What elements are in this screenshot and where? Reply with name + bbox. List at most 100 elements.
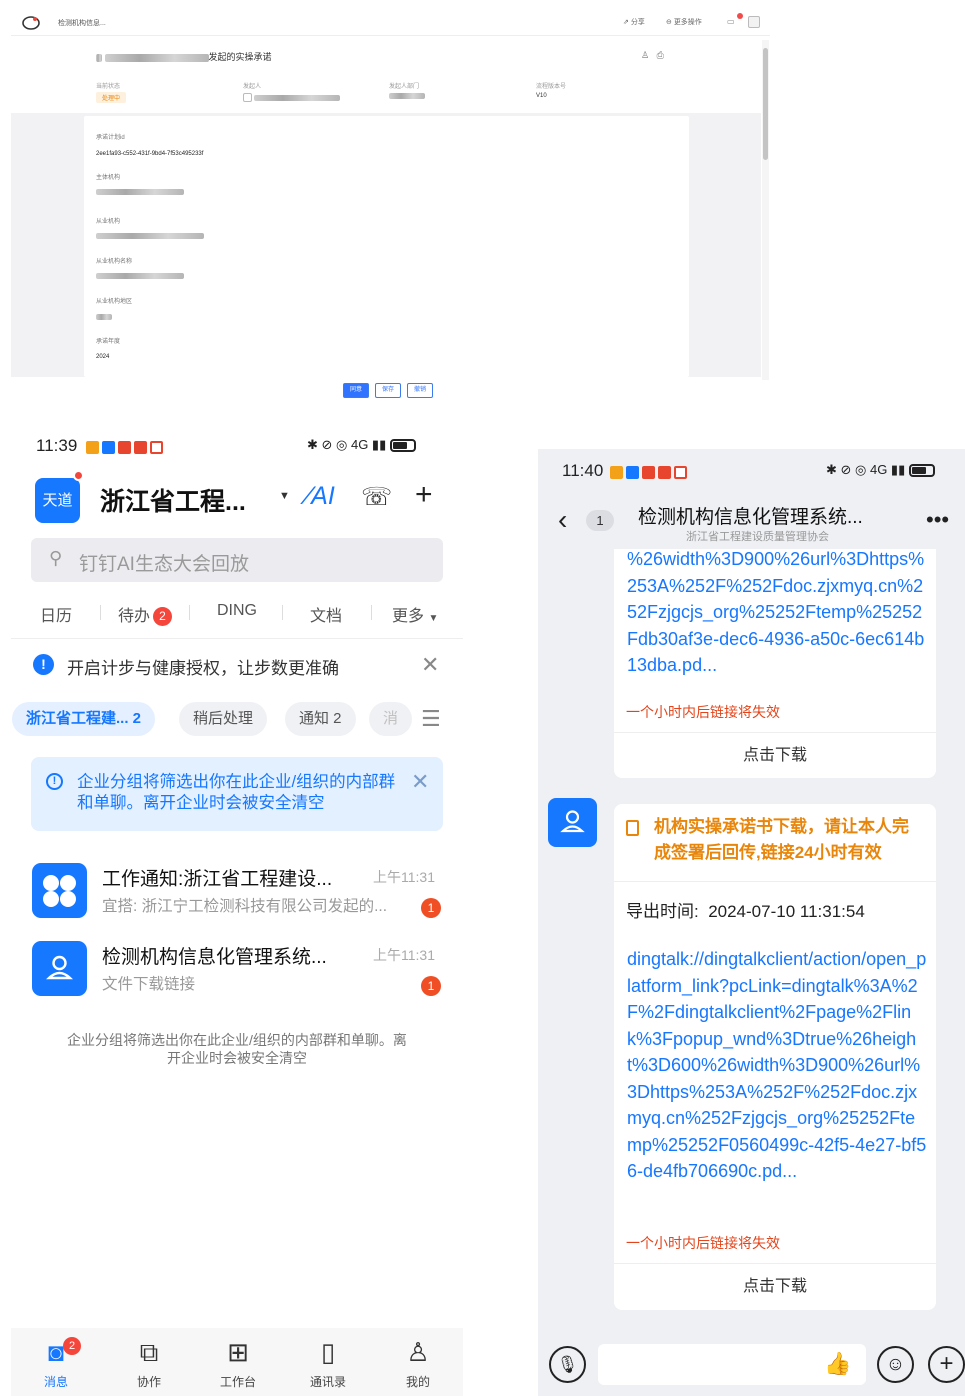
meta-label-department: 发起人部门 [389, 84, 420, 90]
org-logo[interactable]: 天道 [35, 478, 80, 523]
status-system-icons: ✱ ⊘ ◎ 4G ▮▮ [826, 462, 935, 478]
voice-icon[interactable]: 🎙 [549, 1346, 586, 1383]
people-icon[interactable]: ♙ [641, 50, 649, 60]
tab-label: 协作 [136, 1375, 161, 1389]
quick-tab-calendar[interactable]: 日历 [40, 602, 72, 626]
search-input[interactable]: ⚲ 钉钉AI生态大会回放 [31, 538, 443, 582]
meta-label-initiator: 发起人 [243, 84, 262, 90]
user-icon: ♙ [406, 1337, 430, 1367]
field-label-plan-id: 承诺计划id [96, 135, 125, 141]
footer-note: 企业分组将筛选出你在此企业/组织的内部群和单聊。离开企业时会被安全清空 [67, 1032, 407, 1066]
desktop-approval-window: 检测机构信息... ⇗ 分享 ⊖ 更多操作 ▭ 发起的实操承诺 ♙ ⎙ 当前状态… [11, 10, 770, 404]
message-icon[interactable]: ▭ [727, 17, 735, 26]
back-icon[interactable]: ‹ [558, 504, 567, 536]
field-label-region: 从业机构地区 [96, 299, 133, 305]
meta-department-value [389, 93, 425, 100]
status-time: 11:39 [36, 436, 78, 455]
quick-tab-docs[interactable]: 文档 [310, 602, 342, 626]
download-link[interactable]: dingtalk://dingtalkclient/action/open_pl… [627, 946, 927, 1185]
share-button[interactable]: ⇗ 分享 [623, 17, 645, 27]
field-value-main-org [96, 189, 184, 196]
chip-notice[interactable]: 通知 2 [285, 702, 356, 736]
chip-later[interactable]: 稍后处理 [179, 702, 268, 736]
quick-tab-ding[interactable]: DING [217, 602, 257, 620]
field-value-practice-org-name [96, 273, 184, 280]
conversation-item[interactable]: 检测机构信息化管理系统... 上午11:31 文件下载链接 1 [11, 941, 463, 1013]
conversation-item[interactable]: 工作通知:浙江省工程建设... 上午11:31 宜搭: 浙江宁工检测科技有限公司… [11, 863, 463, 935]
ai-icon[interactable]: ⁄AI [307, 482, 335, 511]
tab-collab[interactable]: ⧉ 协作 [104, 1328, 194, 1396]
document-icon [626, 820, 639, 836]
download-button[interactable]: 点击下载 [614, 732, 936, 778]
field-value-plan-id: 2ee1fa93-c552-431f-9bd4-7f53c495233f [96, 151, 204, 157]
phone-messages-screen: 11:39 ✱ ⊘ ◎ 4G ▮▮ 天道 浙江省工程... ▼ ⁄AI ☏ + … [11, 420, 463, 1396]
caret-down-icon[interactable]: ▼ [279, 490, 290, 502]
tab-badge: 2 [63, 1337, 81, 1355]
conversation-title: 检测机构信息化管理系统... [102, 947, 327, 968]
chat-title: 检测机构信息化管理系统... [638, 507, 863, 528]
battery-icon [908, 464, 935, 478]
tab-workbench[interactable]: ⊞ 工作台 [193, 1328, 283, 1396]
info-outline-icon: ! [46, 773, 63, 790]
approve-button[interactable]: 同意 [343, 383, 370, 398]
org-unread-dot [73, 470, 84, 481]
status-badge: 处理中 [96, 92, 127, 103]
contacts-icon: ▯ [320, 1337, 336, 1367]
conversation-subtitle: 宜搭: 浙江宁工检测科技有限公司发起的... [102, 898, 388, 915]
tab-label: 工作台 [219, 1375, 256, 1389]
status-app-icons [86, 439, 166, 455]
close-icon[interactable]: ✕ [421, 652, 439, 678]
more-icon[interactable]: ••• [926, 507, 949, 533]
app-logo-icon [22, 16, 40, 30]
header-icons: ♙ ⎙ [641, 50, 664, 61]
form-card: 承诺计划id 2ee1fa93-c552-431f-9bd4-7f53c4952… [84, 116, 689, 377]
health-tip-text[interactable]: 开启计步与健康授权，让步数更准确 [67, 654, 339, 679]
download-link[interactable]: %26width%3D900%26url%3Dhttps%253A%252F%2… [627, 546, 927, 679]
add-icon[interactable]: + [415, 478, 433, 512]
tab-separator [371, 605, 372, 620]
org-name[interactable]: 浙江省工程... [100, 482, 246, 518]
more-ops-button[interactable]: ⊖ 更多操作 [666, 17, 702, 27]
quick-tab-more[interactable]: 更多 ▼ [392, 602, 438, 626]
download-button[interactable]: 点击下载 [614, 1263, 936, 1309]
conversation-title: 工作通知:浙江省工程建设... [102, 869, 333, 890]
app-title: 检测机构信息... [58, 20, 106, 27]
message-input[interactable]: 👍 [598, 1344, 866, 1385]
quick-tab-todo[interactable]: 待办 2 [118, 602, 173, 626]
tab-contacts[interactable]: ▯ 通讯录 [283, 1328, 373, 1396]
tab-me[interactable]: ♙ 我的 [373, 1328, 463, 1396]
meta-initiator-value [243, 93, 340, 102]
scrollbar-thumb[interactable] [763, 48, 768, 160]
tab-label: 我的 [405, 1375, 430, 1389]
emoji-icon[interactable]: ☺ [877, 1346, 914, 1383]
notice-text: 企业分组将筛选出你在此企业/组织的内部群和单聊。离开企业时会被安全清空 [77, 773, 396, 812]
chip-partial[interactable]: 消 [369, 702, 413, 736]
message-bubble: %26width%3D900%26url%3Dhttps%253A%252F%2… [614, 549, 936, 778]
meta-label-version: 流程版本号 [536, 84, 567, 90]
org-group-notice: ! 企业分组将筛选出你在此企业/组织的内部群和单聊。离开企业时会被安全清空 ✕ [31, 757, 443, 831]
chat-subtitle: 浙江省工程建设质量管理协会 [686, 531, 829, 543]
meta-label-status: 当前状态 [96, 84, 121, 90]
thumbs-up-icon[interactable]: 👍 [824, 1351, 851, 1377]
chip-org-group[interactable]: 浙江省工程建... 2 [12, 702, 156, 736]
divider [614, 881, 936, 882]
close-icon[interactable]: ✕ [411, 769, 429, 795]
phone-call-icon[interactable]: ☏ [361, 482, 392, 512]
chat-icon: ◙ [48, 1337, 64, 1367]
revoke-button[interactable]: 撤销 [407, 383, 434, 398]
back-unread-count: 1 [586, 510, 614, 531]
print-icon[interactable]: ⎙ [657, 50, 664, 60]
chat-input-bar: 🎙 👍 ☺ + [538, 1342, 965, 1396]
expiry-warning: 一个小时内后链接将失效 [626, 704, 780, 720]
status-system-icons: ✱ ⊘ ◎ 4G ▮▮ [307, 437, 416, 453]
tab-messages[interactable]: ◙ 2 消息 [11, 1328, 101, 1396]
search-placeholder: 钉钉AI生态大会回放 [79, 554, 249, 575]
save-button[interactable]: 保存 [375, 383, 402, 398]
plus-icon[interactable]: + [928, 1346, 965, 1383]
bot-avatar[interactable] [548, 798, 597, 847]
tab-label: 消息 [43, 1375, 68, 1389]
user-avatar[interactable] [748, 16, 760, 28]
menu-icon[interactable]: ☰ [421, 706, 441, 732]
battery-icon [389, 439, 416, 453]
collab-icon: ⧉ [139, 1337, 159, 1367]
